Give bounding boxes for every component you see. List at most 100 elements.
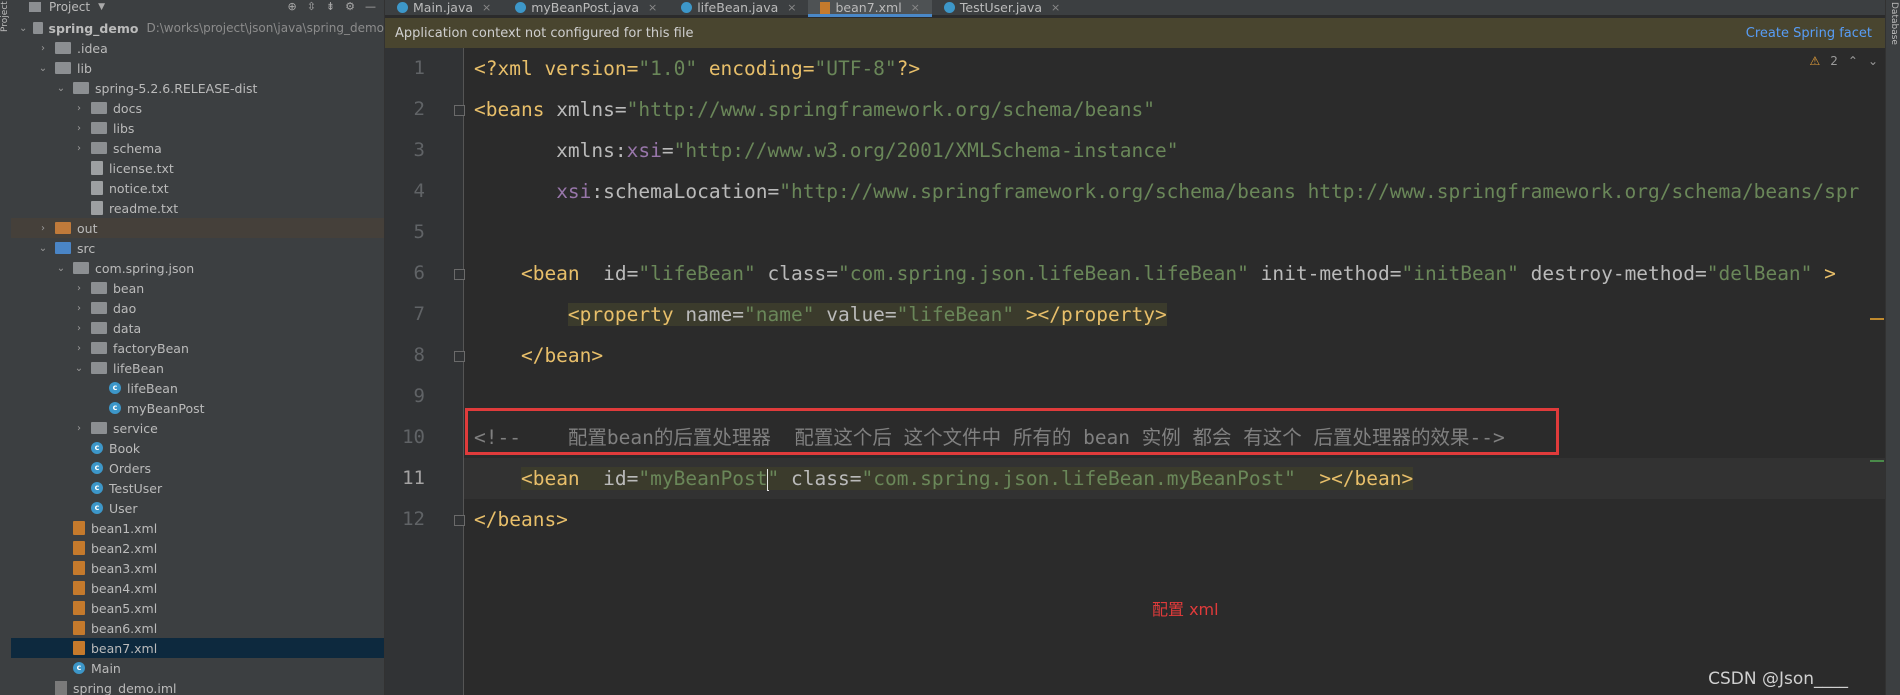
collapse-all-icon[interactable]: ⇟ [326, 0, 335, 13]
tree-item[interactable]: › bean [11, 278, 384, 298]
next-highlight-icon[interactable]: ⌄ [1868, 54, 1878, 68]
create-spring-facet-link[interactable]: Create Spring facet [1746, 26, 1872, 41]
tree-item[interactable]: ⌄ lifeBean [11, 358, 384, 378]
chevron-right-icon[interactable]: › [73, 323, 85, 334]
close-icon[interactable]: × [1051, 1, 1060, 14]
inspection-widget[interactable]: ⚠ 2 ⌃ ⌄ [1809, 54, 1878, 68]
tree-item[interactable]: ⌄ src [11, 238, 384, 258]
project-tool-window-button[interactable]: Project [0, 1, 11, 32]
editor-tab[interactable]: bean7.xml × [808, 0, 933, 17]
project-panel-title[interactable]: Project [49, 0, 90, 14]
tree-item[interactable]: › service [11, 418, 384, 438]
package-icon [73, 262, 89, 274]
tree-item[interactable]: › data [11, 318, 384, 338]
chevron-down-icon[interactable]: ▼ [98, 2, 105, 12]
chevron-down-icon[interactable]: ⌄ [37, 243, 49, 254]
tree-item[interactable]: ⌄ lib [11, 58, 384, 78]
chevron-down-icon[interactable]: ⌄ [55, 263, 67, 274]
tree-item[interactable]: › schema [11, 138, 384, 158]
chevron-down-icon[interactable]: ⌄ [19, 23, 27, 34]
close-icon[interactable]: × [482, 1, 491, 14]
code-line[interactable]: <property name="name" value="lifeBean" >… [464, 294, 1886, 335]
editor-tab[interactable]: TestUser.java × [932, 0, 1072, 15]
close-icon[interactable]: × [787, 1, 796, 14]
code-line[interactable]: </bean> [464, 335, 1886, 376]
minimize-icon[interactable]: — [365, 0, 376, 13]
tree-item[interactable]: bean7.xml [11, 638, 384, 658]
tree-item[interactable]: c User [11, 498, 384, 518]
code-token: </beans> [474, 508, 568, 531]
chevron-right-icon[interactable]: › [73, 103, 85, 114]
chevron-down-icon[interactable]: ⌄ [37, 63, 49, 74]
chevron-down-icon[interactable]: ⌄ [55, 83, 67, 94]
code-line[interactable]: <beans xmlns="http://www.springframework… [464, 89, 1886, 130]
chevron-right-icon[interactable]: › [73, 303, 85, 314]
tree-item[interactable]: c lifeBean [11, 378, 384, 398]
tree-item[interactable]: ⌄ spring_demo D:\works\project\json\java\s… [11, 18, 384, 38]
code-line[interactable]: xsi:schemaLocation="http://www.springfra… [464, 171, 1886, 212]
tree-item[interactable]: bean5.xml [11, 598, 384, 618]
code-line[interactable]: <bean id="lifeBean" class="com.spring.js… [464, 253, 1886, 294]
chevron-right-icon[interactable]: › [73, 143, 85, 154]
editor-tab[interactable]: Main.java × [385, 0, 503, 15]
tree-item-label: lifeBean [127, 380, 178, 396]
code-line[interactable]: <?xml version="1.0" encoding="UTF-8"?> [464, 48, 1886, 89]
code-line[interactable]: xmlns:xsi="http://www.w3.org/2001/XMLSch… [464, 130, 1886, 171]
code-token: <bean [474, 262, 604, 285]
tree-item[interactable]: › libs [11, 118, 384, 138]
tree-item[interactable]: › dao [11, 298, 384, 318]
tree-item-label: bean2.xml [91, 540, 158, 556]
chevron-right-icon[interactable]: › [37, 223, 49, 234]
code-token: </bean> [474, 344, 604, 367]
tree-item[interactable]: bean6.xml [11, 618, 384, 638]
gear-icon[interactable]: ⚙ [345, 0, 355, 13]
tree-item[interactable]: license.txt [11, 158, 384, 178]
tree-item[interactable]: readme.txt [11, 198, 384, 218]
editor-tab[interactable]: lifeBean.java × [669, 0, 808, 15]
tree-item-label: notice.txt [109, 180, 169, 196]
tab-label: lifeBean.java [697, 0, 779, 15]
code-line[interactable]: </beans> [464, 499, 1886, 540]
scrollbar-warning-marker[interactable] [1870, 318, 1884, 320]
chevron-right-icon[interactable]: › [73, 123, 85, 134]
tree-item[interactable]: c TestUser [11, 478, 384, 498]
tree-item[interactable]: ⌄ spring-5.2.6.RELEASE-dist [11, 78, 384, 98]
tree-item[interactable]: › .idea [11, 38, 384, 58]
chevron-right-icon[interactable]: › [73, 343, 85, 354]
editor-tab[interactable]: myBeanPost.java × [503, 0, 669, 15]
close-icon[interactable]: × [648, 1, 657, 14]
code-editor[interactable]: 1 2 3 4 5 6 7 8 9 10 11 12 <?xml version="1.0" enco… [385, 48, 1886, 695]
tree-item[interactable]: bean2.xml [11, 538, 384, 558]
tree-item[interactable]: notice.txt [11, 178, 384, 198]
code-line[interactable]: <bean id="myBeanPost" class="com.spring.… [464, 458, 1886, 499]
tree-item[interactable]: ⌄ com.spring.json [11, 258, 384, 278]
database-tool-window-button[interactable]: Database [1887, 2, 1899, 62]
tree-item[interactable]: c Orders [11, 458, 384, 478]
folder-icon [55, 42, 71, 54]
chevron-down-icon[interactable]: ⌄ [73, 363, 85, 374]
chevron-right-icon[interactable]: › [73, 283, 85, 294]
expand-all-icon[interactable]: ⇳ [307, 0, 316, 13]
tree-item[interactable]: bean3.xml [11, 558, 384, 578]
chevron-right-icon[interactable]: › [73, 423, 85, 434]
tree-item[interactable]: bean4.xml [11, 578, 384, 598]
code-line[interactable] [464, 212, 1886, 253]
tree-item[interactable]: c myBeanPost [11, 398, 384, 418]
tree-item[interactable]: › docs [11, 98, 384, 118]
scrollbar-caret-marker[interactable] [1870, 460, 1884, 462]
text-file-icon [91, 201, 103, 215]
tree-item[interactable]: c Book [11, 438, 384, 458]
close-icon[interactable]: × [911, 1, 920, 14]
line-number-gutter: 1 2 3 4 5 6 7 8 9 10 11 12 [385, 48, 465, 695]
tree-item[interactable]: › out [11, 218, 384, 238]
tree-item[interactable]: › factoryBean [11, 338, 384, 358]
previous-highlight-icon[interactable]: ⌃ [1848, 54, 1858, 68]
locate-icon[interactable]: ⊕ [287, 0, 296, 13]
chevron-right-icon[interactable]: › [37, 43, 49, 54]
package-icon [91, 302, 107, 314]
folder-icon [91, 102, 107, 114]
tree-item[interactable]: spring_demo.iml [11, 678, 384, 695]
tree-item[interactable]: c Main [11, 658, 384, 678]
tree-item[interactable]: bean1.xml [11, 518, 384, 538]
folder-icon [73, 82, 89, 94]
